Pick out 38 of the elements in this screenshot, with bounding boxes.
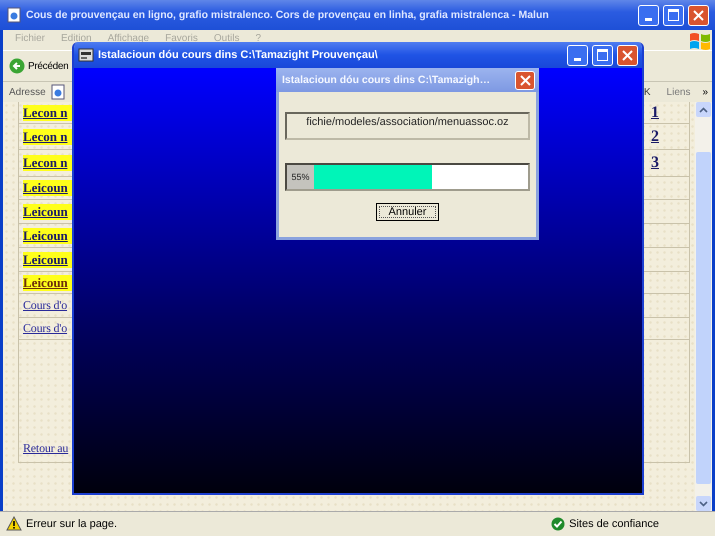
minimize-button[interactable] bbox=[567, 44, 588, 66]
window-title: Cous de prouvençau en ligno, grafio mistralenco. Cors de provençau en linha, grafia mistralenca - Malun bbox=[26, 9, 550, 21]
maximize-button[interactable] bbox=[592, 44, 613, 66]
page-icon bbox=[6, 7, 22, 23]
progress-percent: 55% bbox=[287, 165, 314, 189]
windows-logo-icon bbox=[688, 31, 712, 51]
maximize-button[interactable] bbox=[663, 4, 684, 26]
security-zone: Sites de confiance bbox=[569, 518, 659, 530]
links-button[interactable]: Liens bbox=[666, 86, 690, 98]
lesson-number-link[interactable]: 1 bbox=[651, 104, 689, 122]
lesson-link[interactable]: Cours d'o bbox=[23, 321, 76, 336]
status-message: Erreur sur la page. bbox=[26, 518, 118, 530]
minimize-button[interactable] bbox=[638, 4, 659, 26]
back-button[interactable]: Précéden bbox=[9, 58, 68, 74]
window-title: Istalacioun dóu cours dins C:\Tamazight Prouvençau\ bbox=[98, 49, 379, 61]
address-label: Adresse bbox=[9, 86, 46, 98]
installer-icon bbox=[78, 47, 94, 63]
warning-icon[interactable] bbox=[6, 516, 22, 532]
close-icon bbox=[693, 10, 704, 20]
close-button[interactable] bbox=[617, 44, 638, 66]
close-icon bbox=[520, 74, 530, 86]
file-name: fichie/modeles/association/menuassoc.oz bbox=[285, 112, 530, 140]
chevron-icon[interactable]: » bbox=[702, 86, 708, 98]
scroll-up-icon[interactable] bbox=[696, 102, 711, 117]
check-icon bbox=[551, 517, 566, 531]
dialog-title: Istalacioun dóu cours dins C:\Tamazigh… bbox=[282, 74, 492, 86]
close-icon bbox=[622, 50, 633, 60]
close-button[interactable] bbox=[688, 4, 709, 26]
lesson-link[interactable]: Cours d'o bbox=[23, 298, 76, 313]
scrollbar-thumb[interactable] bbox=[696, 152, 711, 484]
lesson-number-link[interactable]: 2 bbox=[651, 128, 689, 146]
back-link[interactable]: Retour au bbox=[23, 441, 76, 456]
go-button[interactable]: K bbox=[644, 86, 651, 98]
page-icon bbox=[50, 84, 66, 100]
lesson-number-link[interactable]: 3 bbox=[651, 154, 689, 172]
scroll-down-icon[interactable] bbox=[696, 496, 711, 511]
cancel-button[interactable]: Annuler bbox=[376, 203, 440, 221]
close-button[interactable] bbox=[515, 70, 535, 90]
